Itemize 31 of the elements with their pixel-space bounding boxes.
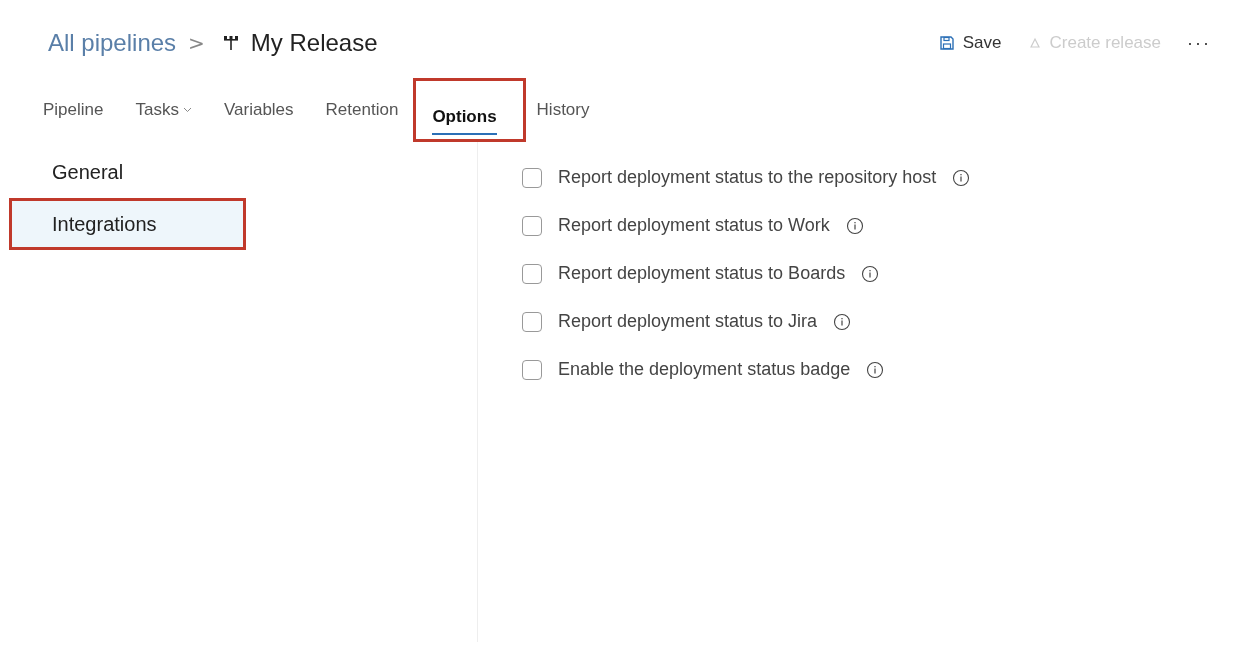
option-label: Report deployment status to the repository host — [558, 167, 937, 188]
more-button[interactable]: ··· — [1181, 28, 1217, 58]
checkbox[interactable] — [522, 215, 542, 236]
tab[interactable]: History — [525, 78, 601, 142]
option-label: Report deployment status to Boards — [558, 263, 846, 284]
info-icon[interactable] — [833, 312, 852, 331]
checkbox[interactable] — [522, 167, 542, 188]
info-icon[interactable] — [845, 216, 864, 235]
tab[interactable]: Tasks — [124, 78, 203, 142]
save-button[interactable]: Save — [932, 29, 1008, 57]
info-icon[interactable] — [861, 264, 880, 283]
breadcrumb-separator: > — [188, 31, 205, 55]
checkbox[interactable] — [522, 311, 542, 332]
release-pipeline-icon — [222, 34, 239, 52]
checkbox[interactable] — [522, 359, 542, 380]
option-label: Enable the deployment status badge — [558, 359, 851, 380]
triangle-icon — [1027, 36, 1042, 50]
sidebar-item[interactable]: Integrations — [9, 198, 246, 250]
sidebar-item[interactable]: General — [9, 146, 477, 198]
info-icon[interactable] — [952, 168, 971, 187]
breadcrumb-link[interactable]: All pipelines — [48, 29, 177, 57]
tab[interactable]: Pipeline — [32, 78, 115, 142]
tab[interactable]: Variables — [212, 78, 305, 142]
tab[interactable]: Retention — [314, 78, 410, 142]
tab[interactable]: Options — [413, 78, 526, 142]
option-label: Report deployment status to Jira — [558, 311, 818, 332]
checkbox[interactable] — [522, 263, 542, 284]
info-icon[interactable] — [866, 360, 885, 379]
pipeline-title: My Release — [250, 29, 378, 57]
option-label: Report deployment status to Work — [558, 215, 830, 236]
save-icon — [938, 35, 955, 51]
